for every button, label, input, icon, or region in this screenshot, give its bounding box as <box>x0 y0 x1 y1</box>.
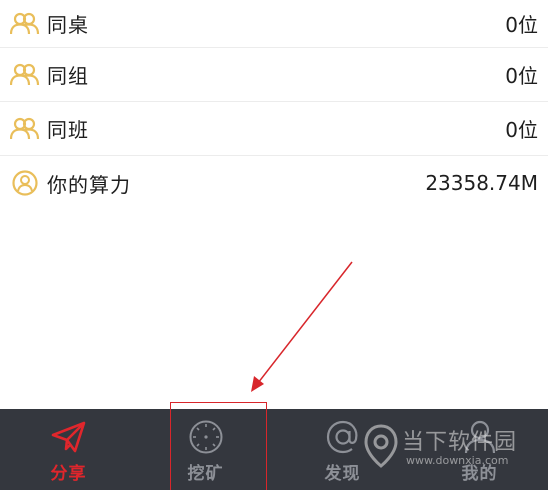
group-users-icon <box>10 116 40 142</box>
row-value: 23358.74M <box>425 171 538 195</box>
list-item-deskmate[interactable]: 同桌 0位 <box>0 0 548 48</box>
list-item-group[interactable]: 同组 0位 <box>0 48 548 102</box>
watermark-logo-icon <box>364 424 398 472</box>
watermark-url: www.downxia.com <box>406 454 509 467</box>
list-item-class[interactable]: 同班 0位 <box>0 102 548 156</box>
list-item-computing-power[interactable]: 你的算力 23358.74M <box>0 156 548 210</box>
row-value: 0位 <box>505 118 538 142</box>
row-value: 0位 <box>505 64 538 88</box>
watermark-title: 当下软件园 <box>402 430 518 455</box>
user-circle-icon <box>10 170 40 196</box>
row-label: 同班 <box>47 118 89 142</box>
group-users-icon <box>10 11 40 37</box>
watermark: 当下软件园 www.downxia.com <box>362 418 542 478</box>
row-label: 你的算力 <box>47 172 131 197</box>
row-value: 0位 <box>505 13 538 37</box>
row-label: 同桌 <box>47 13 89 37</box>
annotation-highlight-box <box>170 402 267 490</box>
group-users-icon <box>10 62 40 88</box>
row-label: 同组 <box>47 64 89 88</box>
paper-plane-icon <box>49 419 89 455</box>
at-icon <box>323 419 363 455</box>
stats-list: 同桌 0位 同组 0位 同班 0位 你的算力 23358.74M <box>0 0 548 210</box>
tab-share[interactable]: 分享 <box>0 409 137 490</box>
tab-label: 分享 <box>50 464 87 484</box>
